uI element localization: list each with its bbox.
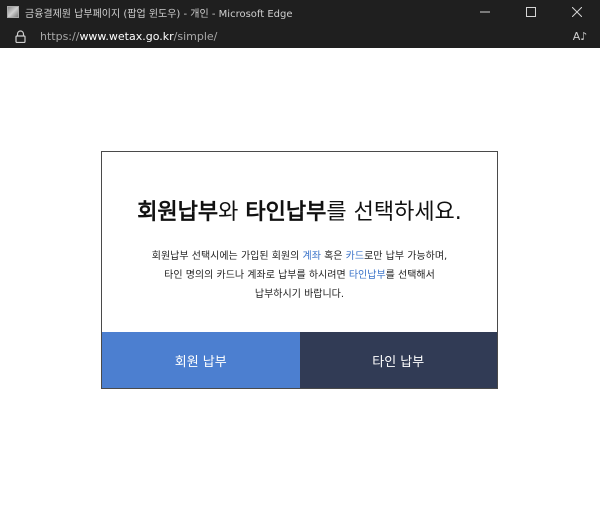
description-line-3: 납부하시기 바랍니다. [254, 289, 345, 300]
page-content: 회원납부와 타인납부를 선택하세요. 회원납부 선택시에는 가입된 회원의 계좌… [0, 48, 600, 511]
payment-choice-dialog: 회원납부와 타인납부를 선택하세요. 회원납부 선택시에는 가입된 회원의 계좌… [101, 151, 498, 389]
dialog-headline: 회원납부와 타인납부를 선택하세요. [102, 194, 497, 226]
read-aloud-label: A♪ [572, 29, 588, 43]
description-line-1: 회원납부 선택시에는 가입된 회원의 계좌 혹은 카드로만 납부 가능하며, [102, 247, 497, 266]
dialog-description: 회원납부 선택시에는 가입된 회원의 계좌 혹은 카드로만 납부 가능하며, 타… [102, 247, 497, 304]
desc-text: 회원납부 선택시에는 가입된 회원의 [151, 251, 303, 262]
read-aloud-icon[interactable]: A♪ [572, 28, 588, 44]
maximize-icon [526, 7, 536, 17]
headline-suffix: 를 선택하세요. [326, 200, 462, 225]
lock-icon[interactable] [14, 29, 26, 43]
desc-text: 타인 명의의 카드나 계좌로 납부를 하시려면 [164, 270, 349, 281]
desc-highlight-other-payment: 타인납부 [348, 270, 386, 281]
close-button[interactable] [554, 0, 600, 24]
description-line-2: 타인 명의의 카드나 계좌로 납부를 하시려면 타인납부를 선택해서 [102, 266, 497, 285]
headline-member-payment: 회원납부 [137, 200, 219, 225]
member-payment-button[interactable]: 회원 납부 [102, 332, 300, 388]
dialog-button-row: 회원 납부 타인 납부 [102, 332, 497, 388]
window-title: 금융결제원 납부페이지 (팝업 윈도우) - 개인 - Microsoft Ed… [25, 8, 293, 20]
browser-window: 금융결제원 납부페이지 (팝업 윈도우) - 개인 - Microsoft Ed… [0, 0, 600, 511]
headline-conjunction: 와 [218, 200, 246, 225]
desc-text: 를 선택해서 [385, 270, 435, 281]
url-text[interactable]: https://www.wetax.go.kr/simple/ [40, 30, 217, 43]
url-host: www.wetax.go.kr [79, 29, 174, 43]
window-controls [462, 0, 600, 24]
member-payment-label: 회원 납부 [174, 354, 227, 370]
headline-other-payment: 타인납부 [245, 200, 327, 225]
other-payment-button[interactable]: 타인 납부 [299, 332, 497, 388]
desc-highlight-card: 카드 [345, 251, 365, 262]
title-bar: 금융결제원 납부페이지 (팝업 윈도우) - 개인 - Microsoft Ed… [0, 0, 600, 24]
address-bar: https://www.wetax.go.kr/simple/ A♪ [0, 24, 600, 48]
url-scheme: https:// [40, 29, 80, 43]
app-icon [7, 6, 19, 18]
desc-text: 혹은 [320, 251, 346, 262]
other-payment-label: 타인 납부 [372, 354, 425, 370]
minimize-icon [480, 11, 490, 13]
desc-text: 로만 납부 가능하며, [364, 251, 448, 262]
close-icon [572, 7, 582, 17]
desc-highlight-account: 계좌 [302, 251, 321, 262]
url-path: /simple/ [173, 29, 218, 43]
minimize-button[interactable] [462, 0, 508, 24]
maximize-button[interactable] [508, 0, 554, 24]
